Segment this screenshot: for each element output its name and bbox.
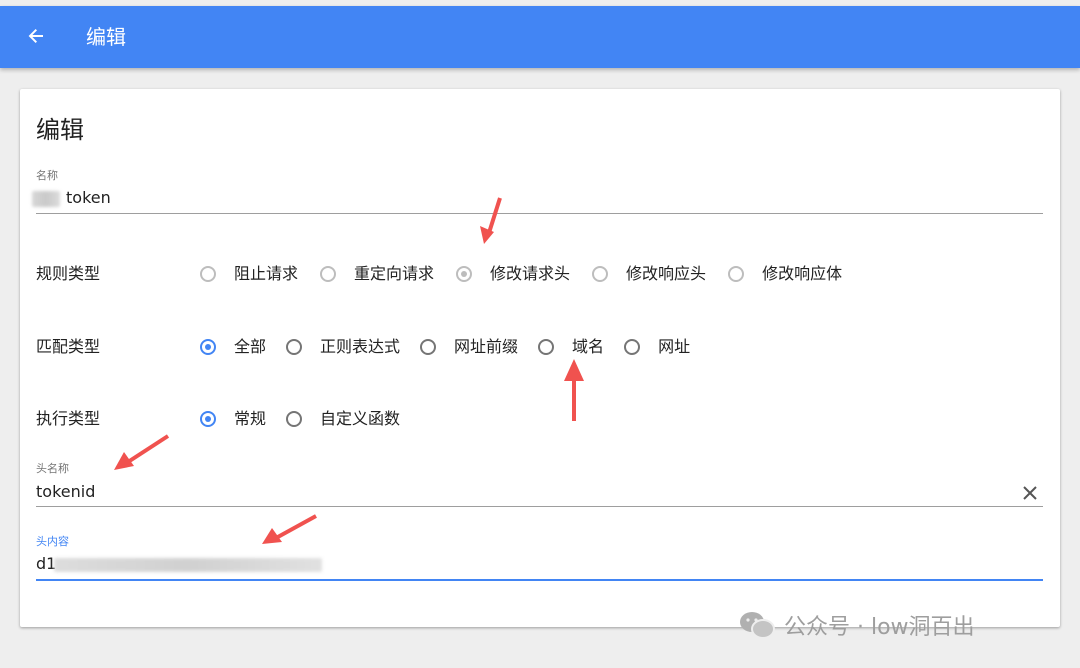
radio-exec-custom-function[interactable]: 自定义函数 [286, 409, 400, 429]
redacted-text [54, 557, 323, 572]
radio-label: 正则表达式 [320, 337, 401, 356]
app-bar: 编辑 [0, 6, 1080, 68]
radio-label: 修改请求头 [490, 264, 571, 283]
radio-exec-normal[interactable]: 常规 [200, 409, 266, 429]
header-name-value: tokenid [36, 482, 96, 501]
radio-circle [200, 339, 216, 355]
rule-type-radio-group: 阻止请求 重定向请求 修改请求头 修改响应头 修改响应体 [200, 262, 862, 286]
watermark-text: 公众号 · low洞百出 [784, 615, 975, 640]
clear-button[interactable] [1019, 482, 1041, 504]
radio-label: 修改响应头 [626, 264, 707, 283]
radio-circle [456, 266, 473, 282]
radio-block-request[interactable]: 阻止请求 [200, 264, 298, 284]
name-field-label: 名称 [36, 169, 58, 182]
radio-label: 全部 [234, 337, 267, 356]
radio-match-all[interactable]: 全部 [200, 337, 266, 357]
radio-label: 修改响应体 [762, 264, 843, 283]
form-title: 编辑 [36, 116, 84, 144]
radio-label: 阻止请求 [234, 264, 299, 283]
radio-label: 重定向请求 [354, 264, 435, 283]
redacted-text [32, 190, 60, 207]
app-bar-title: 编辑 [86, 25, 126, 49]
radio-circle [624, 339, 641, 355]
radio-label: 域名 [572, 337, 605, 356]
radio-circle [286, 411, 303, 427]
header-value-label: 头内容 [36, 535, 69, 548]
exec-type-label: 执行类型 [36, 409, 101, 428]
radio-match-url-prefix[interactable]: 网址前缀 [420, 337, 518, 357]
radio-circle [286, 339, 303, 355]
radio-label: 常规 [234, 409, 267, 428]
radio-redirect-request[interactable]: 重定向请求 [320, 264, 434, 284]
header-value-field[interactable]: 头内容 d1 [36, 535, 1043, 581]
name-field[interactable]: 名称 token [32, 169, 1043, 214]
exec-type-radio-group: 常规 自定义函数 [200, 407, 420, 431]
header-name-field[interactable]: 头名称 tokenid [36, 462, 1043, 507]
header-value-text: d1 [36, 554, 57, 573]
radio-modify-request-header[interactable]: 修改请求头 [456, 264, 570, 284]
back-button[interactable] [22, 22, 50, 50]
match-type-label: 匹配类型 [36, 337, 101, 356]
edit-form-card: 编辑 名称 token 规则类型 阻止请求 重定向请求 修改请求头 修改响应头 … [20, 89, 1060, 627]
radio-circle [320, 266, 337, 282]
name-field-value: token [66, 188, 111, 207]
radio-match-url[interactable]: 网址 [624, 337, 690, 357]
radio-modify-response-header[interactable]: 修改响应头 [592, 264, 706, 284]
radio-circle [728, 266, 745, 282]
radio-circle [592, 266, 609, 282]
radio-circle [200, 411, 216, 427]
arrow-left-icon [28, 29, 43, 43]
match-type-radio-group: 全部 正则表达式 网址前缀 域名 网址 [200, 335, 710, 359]
header-name-label: 头名称 [36, 462, 69, 475]
radio-circle [200, 266, 216, 282]
rule-type-label: 规则类型 [36, 264, 101, 283]
radio-label: 网址前缀 [454, 337, 519, 356]
radio-match-domain[interactable]: 域名 [538, 337, 604, 357]
radio-circle [420, 339, 437, 355]
wechat-icon [740, 612, 775, 639]
radio-circle [538, 339, 555, 355]
radio-match-regex[interactable]: 正则表达式 [286, 337, 400, 357]
watermark: 公众号 · low洞百出 [738, 610, 975, 640]
radio-label: 自定义函数 [320, 409, 401, 428]
close-icon [1023, 486, 1037, 500]
radio-label: 网址 [658, 337, 691, 356]
radio-modify-response-body[interactable]: 修改响应体 [728, 264, 842, 284]
